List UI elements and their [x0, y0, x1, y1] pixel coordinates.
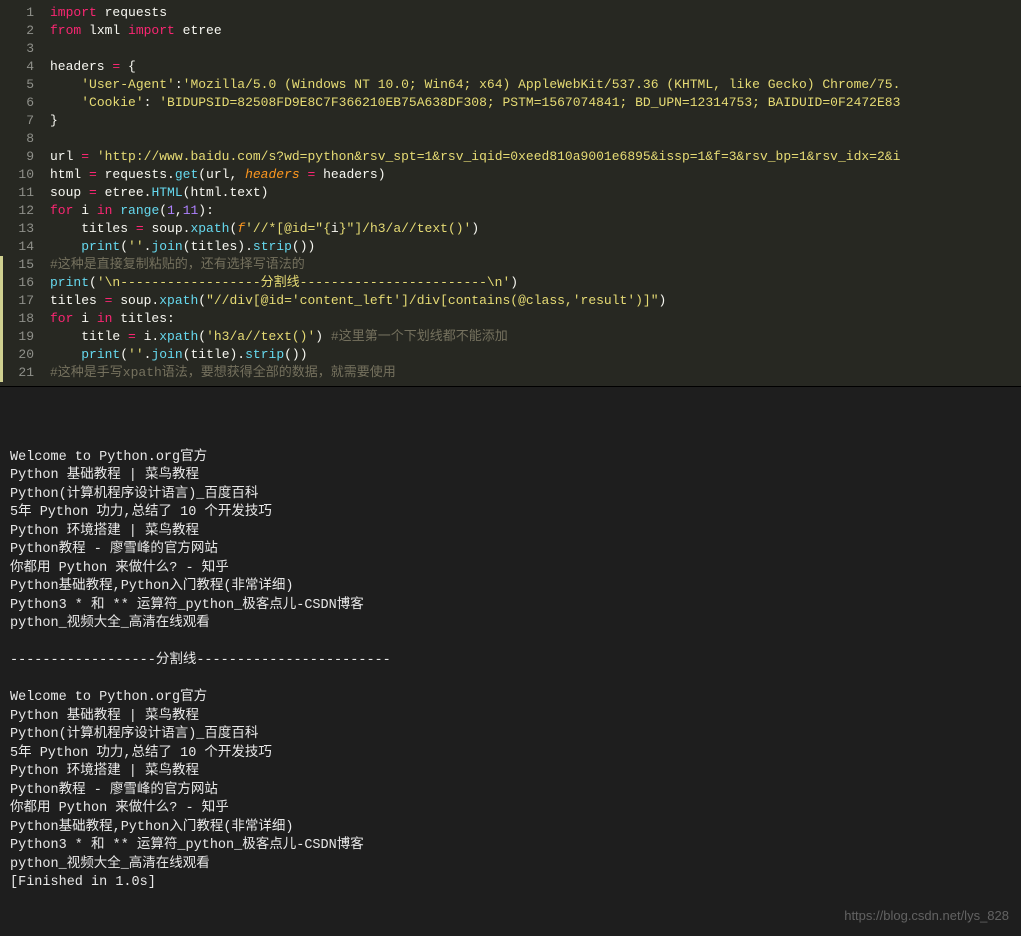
edit-marker [0, 292, 3, 310]
code-line[interactable]: #这种是手写xpath语法，要想获得全部的数据，就需要使用 [50, 364, 1021, 382]
terminal-line: Welcome to Python.org官方 [10, 449, 1011, 468]
code-line[interactable]: for i in titles: [50, 310, 1021, 328]
line-number: 17 [0, 292, 34, 310]
terminal-line: Python3 * 和 ** 运算符_python_极客点儿-CSDN博客 [10, 597, 1011, 616]
output-terminal[interactable]: Welcome to Python.org官方Python 基础教程 | 菜鸟教… [0, 387, 1021, 936]
terminal-line: Python教程 - 廖雪峰的官方网站 [10, 782, 1011, 801]
line-number: 18 [0, 310, 34, 328]
line-number: 6 [0, 94, 34, 112]
terminal-line: python_视频大全_高清在线观看 [10, 615, 1011, 634]
code-line[interactable]: } [50, 112, 1021, 130]
line-number: 13 [0, 220, 34, 238]
line-number: 8 [0, 130, 34, 148]
line-number: 20 [0, 346, 34, 364]
line-number-gutter: 123456789101112131415161718192021 [0, 0, 42, 386]
terminal-line: Python 环境搭建 | 菜鸟教程 [10, 523, 1011, 542]
code-line[interactable]: print(''.join(title).strip()) [50, 346, 1021, 364]
terminal-line: python_视频大全_高清在线观看 [10, 856, 1011, 875]
code-line[interactable] [50, 130, 1021, 148]
line-number: 4 [0, 58, 34, 76]
watermark-text: https://blog.csdn.net/lys_828 [844, 907, 1009, 926]
terminal-line: Python 基础教程 | 菜鸟教程 [10, 708, 1011, 727]
terminal-line: Welcome to Python.org官方 [10, 689, 1011, 708]
code-line[interactable]: import requests [50, 4, 1021, 22]
line-number: 12 [0, 202, 34, 220]
code-line[interactable]: from lxml import etree [50, 22, 1021, 40]
code-line[interactable]: html = requests.get(url, headers = heade… [50, 166, 1021, 184]
terminal-line [10, 671, 1011, 690]
code-editor[interactable]: 123456789101112131415161718192021 import… [0, 0, 1021, 386]
code-line[interactable]: url = 'http://www.baidu.com/s?wd=python&… [50, 148, 1021, 166]
edit-marker [0, 328, 3, 346]
terminal-line: ------------------分割线-------------------… [10, 652, 1011, 671]
edit-marker [0, 346, 3, 364]
terminal-line: 5年 Python 功力,总结了 10 个开发技巧 [10, 745, 1011, 764]
edit-marker [0, 310, 3, 328]
terminal-line: Python3 * 和 ** 运算符_python_极客点儿-CSDN博客 [10, 837, 1011, 856]
line-number: 19 [0, 328, 34, 346]
line-number: 16 [0, 274, 34, 292]
line-number: 5 [0, 76, 34, 94]
code-line[interactable]: #这种是直接复制粘贴的，还有选择写语法的 [50, 256, 1021, 274]
line-number: 2 [0, 22, 34, 40]
terminal-line: 5年 Python 功力,总结了 10 个开发技巧 [10, 504, 1011, 523]
edit-marker [0, 364, 3, 382]
edit-marker [0, 256, 3, 274]
code-line[interactable]: 'User-Agent':'Mozilla/5.0 (Windows NT 10… [50, 76, 1021, 94]
terminal-line [10, 634, 1011, 653]
code-line[interactable]: headers = { [50, 58, 1021, 76]
code-line[interactable]: print(''.join(titles).strip()) [50, 238, 1021, 256]
terminal-line: Python 环境搭建 | 菜鸟教程 [10, 763, 1011, 782]
code-area[interactable]: import requestsfrom lxml import etree hea… [42, 0, 1021, 386]
terminal-line: Python基础教程,Python入门教程(非常详细) [10, 578, 1011, 597]
terminal-line: Python(计算机程序设计语言)_百度百科 [10, 726, 1011, 745]
code-line[interactable]: print('\n------------------分割线----------… [50, 274, 1021, 292]
code-line[interactable] [50, 40, 1021, 58]
code-line[interactable]: soup = etree.HTML(html.text) [50, 184, 1021, 202]
edit-marker [0, 274, 3, 292]
terminal-line [10, 430, 1011, 449]
terminal-line: Python 基础教程 | 菜鸟教程 [10, 467, 1011, 486]
line-number: 21 [0, 364, 34, 382]
code-line[interactable]: for i in range(1,11): [50, 202, 1021, 220]
line-number: 10 [0, 166, 34, 184]
line-number: 3 [0, 40, 34, 58]
terminal-line: 你都用 Python 来做什么? - 知乎 [10, 800, 1011, 819]
terminal-line: Python教程 - 廖雪峰的官方网站 [10, 541, 1011, 560]
terminal-line: 你都用 Python 来做什么? - 知乎 [10, 560, 1011, 579]
code-line[interactable]: titles = soup.xpath(f'//*[@id="{i}"]/h3/… [50, 220, 1021, 238]
code-line[interactable]: 'Cookie': 'BIDUPSID=82508FD9E8C7F366210E… [50, 94, 1021, 112]
line-number: 11 [0, 184, 34, 202]
line-number: 9 [0, 148, 34, 166]
terminal-line: Python(计算机程序设计语言)_百度百科 [10, 486, 1011, 505]
terminal-line: Python基础教程,Python入门教程(非常详细) [10, 819, 1011, 838]
line-number: 15 [0, 256, 34, 274]
line-number: 14 [0, 238, 34, 256]
code-line[interactable]: titles = soup.xpath("//div[@id='content_… [50, 292, 1021, 310]
code-line[interactable]: title = i.xpath('h3/a//text()') #这里第一个下划… [50, 328, 1021, 346]
line-number: 7 [0, 112, 34, 130]
line-number: 1 [0, 4, 34, 22]
